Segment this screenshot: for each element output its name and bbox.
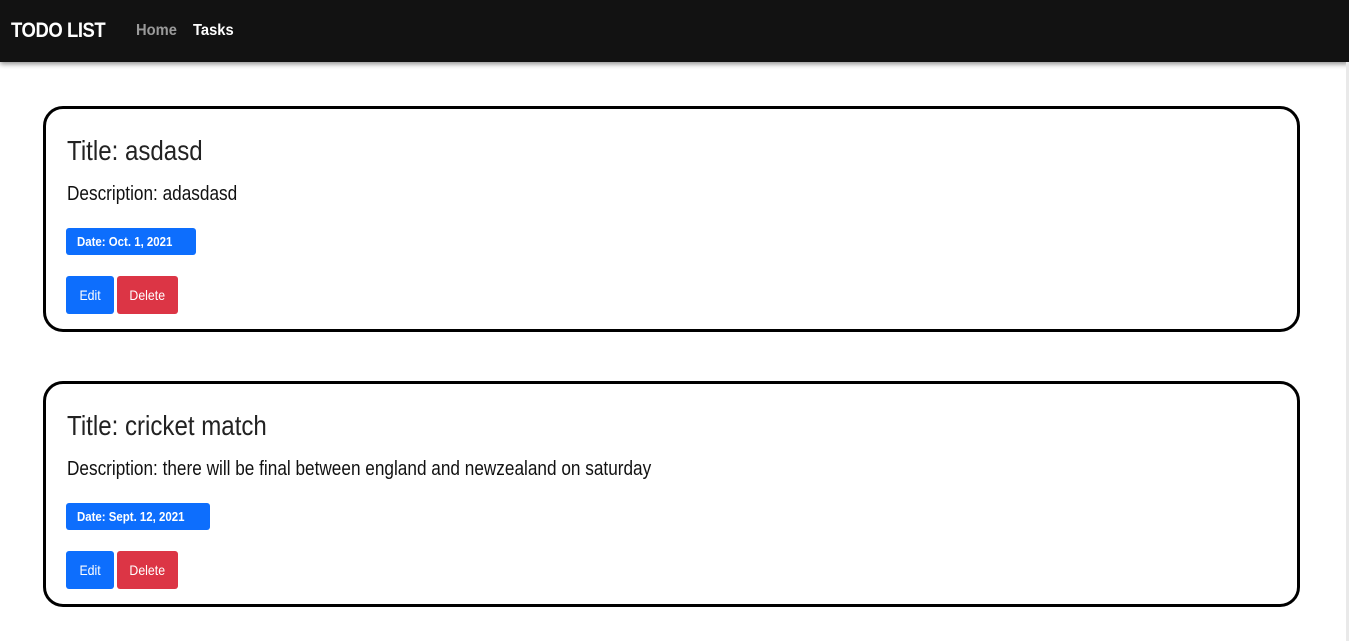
delete-button-label: Delete: [129, 287, 166, 303]
task-title: Title: cricket match: [67, 410, 267, 441]
edit-button-label: Edit: [79, 562, 101, 578]
task-card: Title: asdasd Description: adasdasd Date…: [43, 106, 1300, 332]
edit-button[interactable]: Edit: [66, 551, 114, 589]
nav-link-home[interactable]: Home: [136, 22, 177, 40]
task-description: Description: adasdasd: [67, 183, 238, 205]
task-date-badge: Date: Oct. 1, 2021: [66, 228, 197, 255]
delete-button-label: Delete: [129, 562, 166, 578]
brand-logo[interactable]: TODO LIST: [11, 19, 106, 43]
task-description: Description: there will be final between…: [67, 458, 652, 480]
task-title: Title: asdasd: [67, 135, 203, 166]
delete-button[interactable]: Delete: [117, 551, 178, 589]
nav-link-tasks[interactable]: Tasks: [193, 22, 234, 40]
edit-button-label: Edit: [79, 287, 101, 303]
task-card: Title: cricket match Description: there …: [43, 381, 1300, 607]
top-navbar: TODO LIST Home Tasks: [0, 0, 1349, 62]
delete-button[interactable]: Delete: [117, 276, 178, 314]
edit-button[interactable]: Edit: [66, 276, 114, 314]
task-date-text: Date: Sept. 12, 2021: [77, 509, 185, 524]
task-date-badge: Date: Sept. 12, 2021: [66, 503, 211, 530]
task-date-text: Date: Oct. 1, 2021: [77, 234, 173, 249]
